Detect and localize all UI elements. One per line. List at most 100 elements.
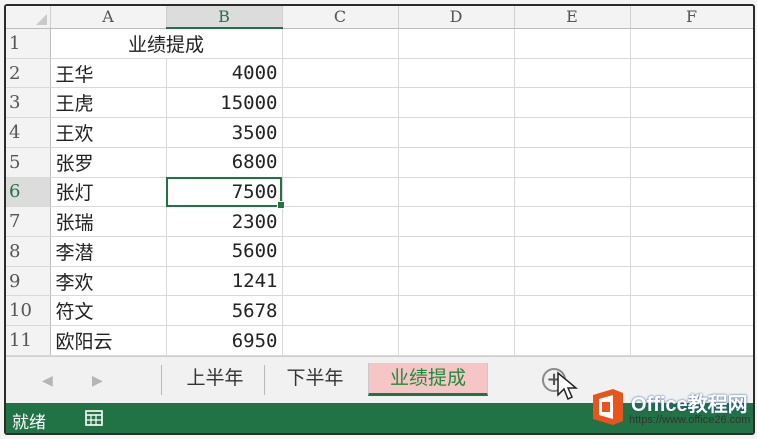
row-header[interactable]: 6 bbox=[6, 177, 51, 208]
empty-cell[interactable] bbox=[398, 266, 515, 297]
empty-cell[interactable] bbox=[282, 206, 399, 238]
table-row: 10 符文 5678 bbox=[6, 295, 753, 327]
column-header-d[interactable]: D bbox=[398, 6, 515, 29]
table-row: 6 张灯 7500 bbox=[6, 177, 753, 209]
empty-cell[interactable] bbox=[514, 87, 631, 119]
empty-cell[interactable] bbox=[630, 87, 753, 119]
cell-name[interactable]: 张瑞 bbox=[50, 206, 167, 238]
scroll-tabs-left-icon[interactable]: ◀ bbox=[42, 373, 53, 389]
empty-cell[interactable] bbox=[282, 295, 399, 327]
active-cell[interactable]: 7500 bbox=[166, 177, 284, 209]
empty-cell[interactable] bbox=[514, 117, 631, 148]
row-header[interactable]: 11 bbox=[6, 325, 51, 356]
empty-cell[interactable] bbox=[630, 28, 753, 59]
column-header-f[interactable]: F bbox=[630, 6, 753, 29]
empty-cell[interactable] bbox=[630, 266, 753, 297]
empty-cell[interactable] bbox=[398, 147, 515, 178]
empty-cell[interactable] bbox=[282, 87, 399, 119]
cell-value[interactable]: 3500 bbox=[166, 117, 283, 148]
table-row: 11 欧阳云 6950 bbox=[6, 325, 753, 356]
normal-view-icon[interactable] bbox=[84, 408, 104, 428]
row-header[interactable]: 10 bbox=[6, 295, 51, 327]
column-header-e[interactable]: E bbox=[514, 6, 631, 29]
empty-cell[interactable] bbox=[514, 325, 631, 356]
empty-cell[interactable] bbox=[398, 206, 515, 238]
scroll-tabs-right-icon[interactable]: ▶ bbox=[92, 373, 103, 389]
empty-cell[interactable] bbox=[630, 117, 753, 148]
empty-cell[interactable] bbox=[630, 58, 753, 89]
row-header[interactable]: 2 bbox=[6, 58, 51, 89]
empty-cell[interactable] bbox=[630, 147, 753, 178]
row-header[interactable]: 3 bbox=[6, 87, 51, 119]
empty-cell[interactable] bbox=[398, 325, 515, 356]
column-header-c[interactable]: C bbox=[282, 6, 399, 29]
empty-cell[interactable] bbox=[514, 266, 631, 297]
cell-name[interactable]: 王华 bbox=[50, 58, 167, 89]
cell-value[interactable]: 5678 bbox=[166, 295, 283, 327]
cell-value[interactable]: 6950 bbox=[166, 325, 283, 356]
office-logo-icon bbox=[593, 389, 623, 425]
empty-cell[interactable] bbox=[514, 147, 631, 178]
row-header[interactable]: 1 bbox=[6, 28, 51, 59]
empty-cell[interactable] bbox=[398, 295, 515, 327]
empty-cell[interactable] bbox=[514, 58, 631, 89]
empty-cell[interactable] bbox=[630, 236, 753, 267]
empty-cell[interactable] bbox=[282, 28, 399, 59]
row-header[interactable]: 7 bbox=[6, 206, 51, 238]
empty-cell[interactable] bbox=[398, 58, 515, 89]
row-header[interactable]: 8 bbox=[6, 236, 51, 267]
select-all-corner[interactable] bbox=[6, 6, 51, 29]
empty-cell[interactable] bbox=[398, 87, 515, 119]
cell-title[interactable]: 业绩提成 bbox=[50, 28, 283, 59]
sheet-tab-second-half[interactable]: 下半年 bbox=[272, 363, 358, 393]
cell-value[interactable]: 6800 bbox=[166, 147, 283, 178]
empty-cell[interactable] bbox=[630, 295, 753, 327]
sheet-tab-performance-commission[interactable]: 业绩提成 bbox=[368, 363, 488, 396]
empty-cell[interactable] bbox=[398, 117, 515, 148]
empty-cell[interactable] bbox=[282, 58, 399, 89]
cell-name[interactable]: 欧阳云 bbox=[50, 325, 167, 356]
cell-name[interactable]: 王虎 bbox=[50, 87, 167, 119]
cell-name[interactable]: 符文 bbox=[50, 295, 167, 327]
row-header[interactable]: 9 bbox=[6, 266, 51, 297]
empty-cell[interactable] bbox=[514, 28, 631, 59]
column-header-a[interactable]: A bbox=[50, 6, 167, 29]
column-header-b[interactable]: B bbox=[166, 6, 283, 29]
empty-cell[interactable] bbox=[282, 177, 399, 208]
cell-value[interactable]: 1241 bbox=[166, 266, 283, 297]
cell-name[interactable]: 张罗 bbox=[50, 147, 167, 178]
cell-value[interactable]: 5600 bbox=[166, 236, 283, 267]
watermark: Office教程网 https://www.office26.com bbox=[589, 384, 757, 439]
cell-name[interactable]: 王欢 bbox=[50, 117, 167, 148]
watermark-name: Office教程网 bbox=[631, 394, 748, 416]
sheet-tab-first-half[interactable]: 上半年 bbox=[172, 363, 258, 393]
cell-value[interactable]: 4000 bbox=[166, 58, 283, 89]
empty-cell[interactable] bbox=[630, 325, 753, 356]
cell-name[interactable]: 李潜 bbox=[50, 236, 167, 267]
row-header[interactable]: 5 bbox=[6, 147, 51, 178]
excel-window: A B C D E F 1 业绩提成 2 王华 4000 3 王虎 15000 4 王欢 3500 5… bbox=[4, 4, 755, 435]
empty-cell[interactable] bbox=[282, 117, 399, 148]
empty-cell[interactable] bbox=[630, 206, 753, 238]
status-ready-text: 就绪 bbox=[12, 413, 46, 433]
empty-cell[interactable] bbox=[514, 177, 631, 208]
empty-cell[interactable] bbox=[398, 177, 515, 208]
cell-name[interactable]: 李欢 bbox=[50, 266, 167, 297]
table-row: 8 李潜 5600 bbox=[6, 236, 753, 267]
row-header[interactable]: 4 bbox=[6, 117, 51, 148]
empty-cell[interactable] bbox=[398, 236, 515, 267]
empty-cell[interactable] bbox=[282, 236, 399, 267]
empty-cell[interactable] bbox=[514, 236, 631, 267]
empty-cell[interactable] bbox=[282, 325, 399, 356]
table-row: 5 张罗 6800 bbox=[6, 147, 753, 178]
empty-cell[interactable] bbox=[630, 177, 753, 208]
cell-value[interactable]: 2300 bbox=[166, 206, 283, 238]
empty-cell[interactable] bbox=[282, 266, 399, 297]
empty-cell[interactable] bbox=[514, 206, 631, 238]
cell-value[interactable]: 15000 bbox=[166, 87, 283, 119]
cell-name[interactable]: 张灯 bbox=[50, 177, 167, 208]
empty-cell[interactable] bbox=[282, 147, 399, 178]
table-row: 1 业绩提成 bbox=[6, 28, 753, 59]
empty-cell[interactable] bbox=[514, 295, 631, 327]
empty-cell[interactable] bbox=[398, 28, 515, 59]
